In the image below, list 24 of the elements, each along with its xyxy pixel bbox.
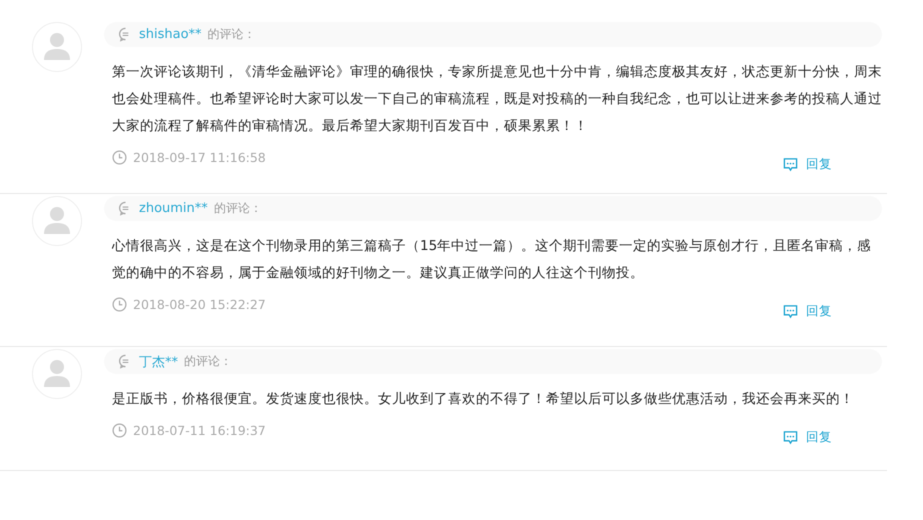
comment-time: 2018-09-17 11:16:58 [133, 150, 266, 165]
username[interactable]: 丁杰** [139, 352, 178, 370]
comment-time: 2018-08-20 15:22:27 [133, 297, 266, 312]
comment-text: 心情很高兴，这是在这个刊物录用的第三篇稿子（15年中过一篇）。这个期刊需要一定的实验与原创才行，且匿名审稿，感觉的确中的不容易，属于金融领域的好刊物之一。建议真正做学问的人往这个刊物投。 [112, 237, 872, 283]
reply-link[interactable]: 回复 [783, 429, 832, 446]
reply-icon [783, 157, 798, 172]
username[interactable]: shishao** [139, 27, 202, 42]
reply-link[interactable]: 回复 [783, 156, 832, 173]
comment-text: 是正版书，价格很便宜。发货速度也很快。女儿收到了喜欢的不得了！希望以后可以多做些优惠活动，我还会再来买的！ [112, 390, 855, 409]
comment-text: 第一次评论该期刊，《清华金融评论》审理的确很快，专家所提意见也十分中肯，编辑态度极其友好，状态更新十分快，周末也会处理稿件。也希望评论时大家可以发一下自己的审稿流程，既是对投稿的一种自我纪念，也可以让进来参考的投稿人通过大家的流程了解稿件的审稿情况。最后希望大家期刊百发百中，硕果累累！！ [112, 63, 882, 136]
reply-icon [783, 430, 798, 445]
username[interactable]: zhoumin** [139, 201, 208, 216]
reply-icon [783, 304, 798, 319]
avatar-icon [32, 349, 82, 399]
clock-icon [112, 423, 127, 438]
clock-icon [112, 297, 127, 312]
clock-icon [112, 150, 127, 165]
comment-label: 的评论： [208, 26, 256, 43]
comment-label: 的评论： [184, 353, 232, 370]
comment-label: 的评论： [214, 200, 262, 217]
avatar-icon [32, 22, 82, 72]
avatar-icon [32, 196, 82, 246]
reply-link[interactable]: 回复 [783, 303, 832, 320]
comment-time: 2018-07-11 16:19:37 [133, 423, 266, 438]
